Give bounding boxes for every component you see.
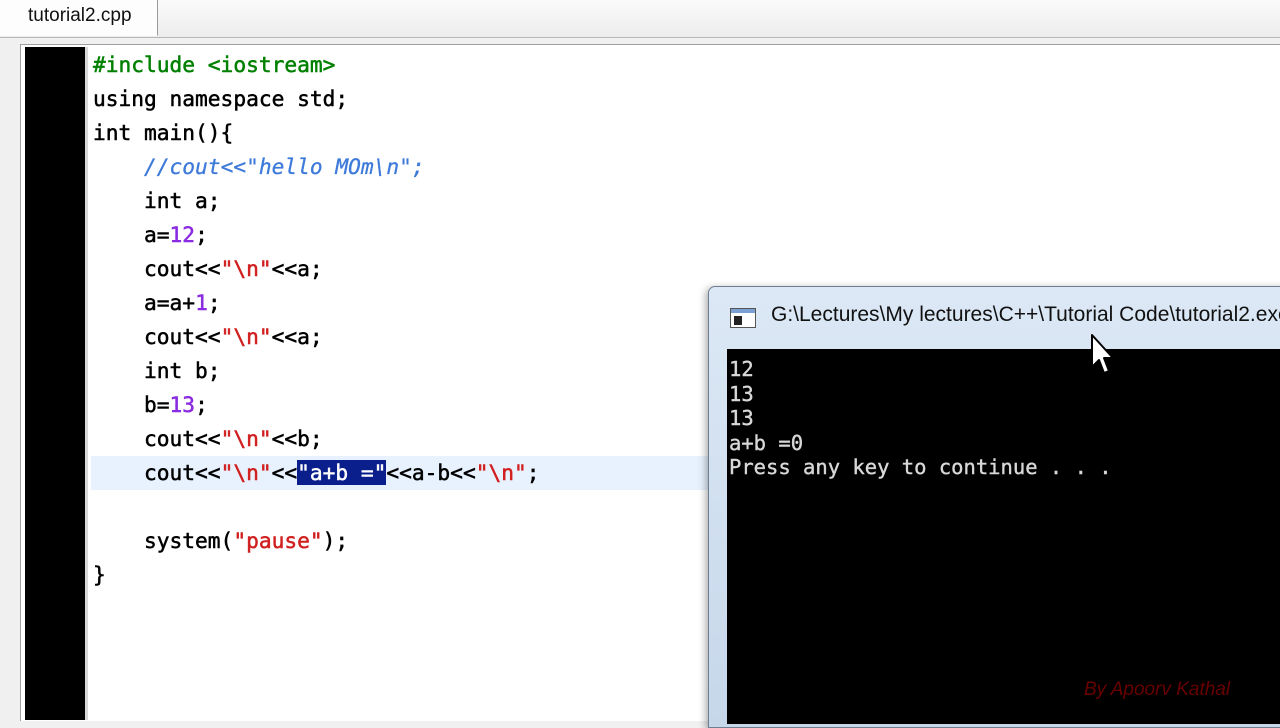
code-text: system( xyxy=(93,528,234,554)
code-line[interactable]: #include <iostream> xyxy=(93,48,540,82)
string-literal: "\n" xyxy=(220,256,272,282)
code-line[interactable]: system("pause"); xyxy=(93,524,540,558)
console-window-icon[interactable] xyxy=(730,308,756,328)
gutter-border xyxy=(85,47,88,720)
string-literal: "\n" xyxy=(220,460,272,486)
code-line[interactable]: using namespace std; xyxy=(93,82,540,116)
code-text: ; xyxy=(526,460,540,486)
number-literal: 12 xyxy=(169,222,196,248)
console-title: G:\Lectures\My lectures\C++\Tutorial Cod… xyxy=(771,303,1280,326)
console-window[interactable]: G:\Lectures\My lectures\C++\Tutorial Cod… xyxy=(708,286,1280,728)
console-output-area[interactable]: 12 13 13 a+b =0 Press any key to continu… xyxy=(727,349,1280,724)
code-text: int a; xyxy=(93,188,221,214)
code-text: b= xyxy=(93,392,170,418)
code-area[interactable]: #include <iostream> using namespace std;… xyxy=(91,48,731,592)
code-text: int main(){ xyxy=(93,120,234,146)
selected-text[interactable]: "a+b =" xyxy=(297,460,387,486)
code-text: <<a; xyxy=(271,256,323,282)
console-output-text: 12 13 13 a+b =0 Press any key to continu… xyxy=(729,357,1112,479)
code-text: cout<< xyxy=(93,256,221,282)
code-text: <<a; xyxy=(271,324,323,350)
code-text: a=a+ xyxy=(93,290,196,316)
code-line[interactable]: //cout<<"hello MOm\n"; xyxy=(93,150,540,184)
code-line[interactable] xyxy=(93,490,540,524)
code-line[interactable]: cout<<"\n"<<a; xyxy=(93,320,540,354)
code-line[interactable]: cout<<"\n"<<a; xyxy=(93,252,540,286)
string-literal: "\n" xyxy=(220,426,272,452)
watermark: By Apoorv Kathal xyxy=(1084,679,1231,700)
number-literal: 1 xyxy=(195,290,208,316)
code-text: ; xyxy=(207,290,221,316)
preprocessor-directive: #include <iostream> xyxy=(93,52,336,78)
code-line[interactable]: int main(){ xyxy=(93,116,540,150)
code-text: cout<< xyxy=(93,426,221,452)
code-text: ; xyxy=(195,222,208,248)
editor-tab-bar: tutorial2.cpp xyxy=(0,0,1280,38)
code-text: <<a-b<< xyxy=(386,460,476,486)
code-text: ; xyxy=(195,392,208,418)
code-line[interactable]: int b; xyxy=(93,354,540,388)
tab-tutorial2-cpp[interactable]: tutorial2.cpp xyxy=(0,0,158,36)
code-line[interactable]: a=a+1; xyxy=(93,286,540,320)
code-text: using namespace std; xyxy=(93,86,349,112)
code-text: ); xyxy=(322,528,349,554)
line-gutter xyxy=(25,47,85,720)
code-text: } xyxy=(93,562,106,588)
code-text: <<b; xyxy=(271,426,323,452)
code-line[interactable]: cout<<"\n"<<b; xyxy=(93,422,540,456)
code-text: cout<< xyxy=(93,460,221,486)
string-literal: "\n" xyxy=(475,460,527,486)
current-code-line[interactable]: cout<<"\n"<<"a+b ="<<a-b<<"\n"; xyxy=(91,456,731,490)
code-line[interactable]: int a; xyxy=(93,184,540,218)
code-line[interactable]: a=12; xyxy=(93,218,540,252)
code-text: int b; xyxy=(93,358,221,384)
code-text: << xyxy=(271,460,298,486)
code-text: cout<< xyxy=(93,324,221,350)
string-literal: "pause" xyxy=(233,528,323,554)
mouse-pointer-icon xyxy=(1091,334,1114,374)
code-text: a= xyxy=(93,222,170,248)
tab-divider xyxy=(0,37,1280,38)
code-line[interactable]: b=13; xyxy=(93,388,540,422)
string-literal: "\n" xyxy=(220,324,272,350)
number-literal: 13 xyxy=(169,392,196,418)
code-line[interactable]: } xyxy=(93,558,540,592)
code-comment: //cout<<"hello MOm\n"; xyxy=(144,154,425,179)
